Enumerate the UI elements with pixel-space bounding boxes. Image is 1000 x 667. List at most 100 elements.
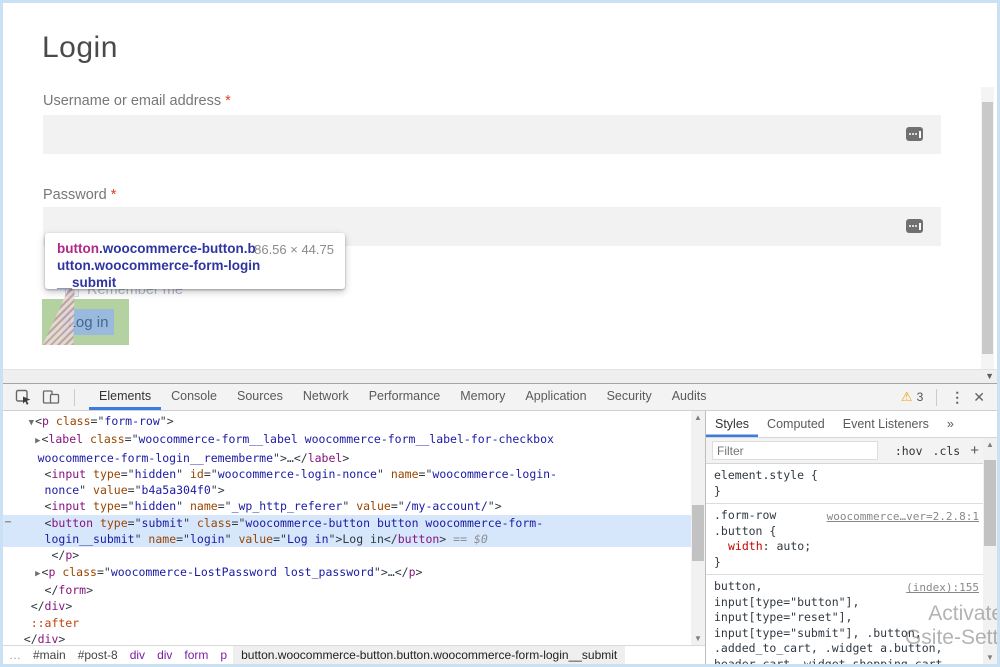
dom-node-line[interactable]: woocommerce-form-login__rememberme">…</l…	[3, 450, 691, 466]
code-token: :	[763, 539, 777, 553]
tab-audits[interactable]: Audits	[662, 384, 717, 410]
code-token: Log in	[287, 532, 329, 546]
scrollbar-thumb[interactable]	[984, 460, 996, 546]
code-token: ="	[91, 414, 105, 428]
breadcrumb-item[interactable]: form	[178, 648, 214, 662]
breadcrumb-item[interactable]: #post-8	[72, 648, 124, 662]
code-token: ="	[419, 467, 433, 481]
tab-performance[interactable]: Performance	[359, 384, 451, 410]
css-property-name: width	[728, 539, 763, 553]
dom-node-line[interactable]: </p>	[3, 547, 691, 563]
code-token: ="	[232, 516, 246, 530]
code-token: id	[190, 467, 204, 481]
console-warnings-badge[interactable]: ⚠ 3	[901, 389, 923, 405]
code-token: woocommerce-login-nonce	[218, 467, 377, 481]
breadcrumb-item[interactable]: div	[151, 648, 178, 662]
breadcrumb-item[interactable]: #main	[27, 648, 72, 662]
dom-node-line[interactable]: ▶<p class="woocommerce-LostPassword lost…	[3, 564, 691, 582]
dom-node-line[interactable]: login__submit" name="login" value="Log i…	[3, 531, 705, 547]
code-token: </	[3, 632, 38, 645]
code-token: ="	[121, 499, 135, 513]
code-token: ">	[374, 565, 388, 579]
username-input[interactable]	[43, 115, 941, 154]
dom-node-line[interactable]: </div>	[3, 631, 691, 645]
dom-node-line[interactable]: ::after	[3, 615, 691, 631]
sidebar-tab-computed[interactable]: Computed	[758, 411, 834, 437]
code-token: ▶	[3, 436, 42, 446]
dom-node-line[interactable]: <input type="hidden" name="_wp_http_refe…	[3, 498, 691, 514]
css-property[interactable]: width: auto;	[714, 539, 975, 555]
breadcrumb-item[interactable]: button.woocommerce-button.button.woocomm…	[233, 646, 625, 664]
code-token: name	[391, 467, 419, 481]
css-selector[interactable]: .button {	[714, 524, 975, 540]
devtools-tabs: ElementsConsoleSourcesNetworkPerformance…	[89, 384, 716, 410]
toolbar-separator	[936, 389, 937, 406]
scroll-down-arrow-icon[interactable]: ▼	[983, 653, 997, 662]
scrollbar-thumb[interactable]	[692, 505, 704, 561]
code-token: button	[398, 532, 440, 546]
input-options-icon[interactable]	[906, 219, 923, 233]
code-token: class	[197, 516, 232, 530]
page-scrollbar-corner[interactable]: ▼	[3, 369, 997, 383]
css-property-value: auto	[776, 539, 804, 553]
sidebar-tab--[interactable]: »	[938, 411, 963, 437]
code-token: submit	[142, 516, 184, 530]
inspect-element-icon[interactable]	[15, 389, 32, 406]
scrollbar-thumb[interactable]	[982, 102, 993, 354]
tab-console[interactable]: Console	[161, 384, 227, 410]
elements-scrollbar[interactable]: ▲ ▼	[691, 411, 705, 645]
code-token: input	[51, 467, 86, 481]
pseudo-state-toggle[interactable]: :hov	[895, 444, 923, 458]
styles-filter-input[interactable]	[712, 441, 878, 460]
sidebar-tab-event-listeners[interactable]: Event Listeners	[834, 411, 938, 437]
code-token: label	[48, 432, 83, 446]
scroll-down-arrow-icon[interactable]: ▼	[985, 371, 994, 381]
dom-node-line[interactable]: ▼<p class="form-row">	[3, 413, 691, 431]
tab-memory[interactable]: Memory	[450, 384, 515, 410]
close-devtools-icon[interactable]: ✕	[973, 389, 985, 406]
breadcrumb-item[interactable]: div	[124, 648, 151, 662]
dom-node-line[interactable]: </div>	[3, 598, 691, 614]
sidebar-tab-styles[interactable]: Styles	[706, 411, 758, 437]
scroll-up-arrow-icon[interactable]: ▲	[691, 413, 705, 422]
dom-node-line[interactable]: ⋯ <button type="submit" class="woocommer…	[3, 515, 705, 531]
breadcrumb-item[interactable]: …	[3, 648, 27, 662]
code-token: form-row	[104, 414, 159, 428]
required-asterisk: *	[225, 93, 231, 109]
watermark-line: Gsite-Setti	[905, 626, 997, 650]
dom-node-line[interactable]: <input type="hidden" id="woocommerce-log…	[3, 466, 691, 482]
code-token: <	[35, 414, 42, 428]
scroll-up-arrow-icon[interactable]: ▲	[983, 440, 997, 449]
input-options-icon[interactable]	[906, 127, 923, 141]
dom-node-line[interactable]: nonce" value="b4a5a304f0">	[3, 482, 691, 498]
code-token: "	[135, 532, 149, 546]
code-token: input	[51, 499, 86, 513]
dom-node-line[interactable]: </form>	[3, 582, 691, 598]
code-token: ">	[211, 483, 225, 497]
tab-sources[interactable]: Sources	[227, 384, 293, 410]
more-options-icon[interactable]: ⋮	[950, 389, 964, 406]
code-token: p	[42, 414, 49, 428]
tab-elements[interactable]: Elements	[89, 384, 161, 410]
scroll-down-arrow-icon[interactable]: ▼	[691, 634, 705, 643]
tab-network[interactable]: Network	[293, 384, 359, 410]
breadcrumb-item[interactable]: p	[214, 648, 233, 662]
code-token: name	[190, 499, 218, 513]
code-token	[83, 432, 90, 446]
dom-node-line[interactable]: ▶<label class="woocommerce-form__label w…	[3, 431, 691, 449]
device-toolbar-icon[interactable]	[42, 389, 60, 405]
stylesheet-source-link[interactable]: woocommerce…ver=2.2.8:1	[827, 509, 979, 525]
stylesheet-source-link[interactable]: (index):155	[906, 580, 979, 596]
overflow-dots-icon[interactable]: ⋯	[5, 515, 10, 531]
tab-application[interactable]: Application	[515, 384, 596, 410]
tab-security[interactable]: Security	[597, 384, 662, 410]
code-token: login	[190, 532, 225, 546]
css-selector[interactable]: element.style {	[714, 468, 975, 484]
class-toggle[interactable]: .cls	[933, 444, 961, 458]
css-selector[interactable]: header-cart .widget_shopping_cart	[714, 657, 975, 665]
page-vertical-scrollbar[interactable]	[981, 87, 994, 372]
code-token: >	[342, 451, 349, 465]
new-style-rule-icon[interactable]: +	[970, 442, 979, 459]
required-asterisk: *	[111, 187, 117, 203]
code-token: ;	[804, 539, 811, 553]
